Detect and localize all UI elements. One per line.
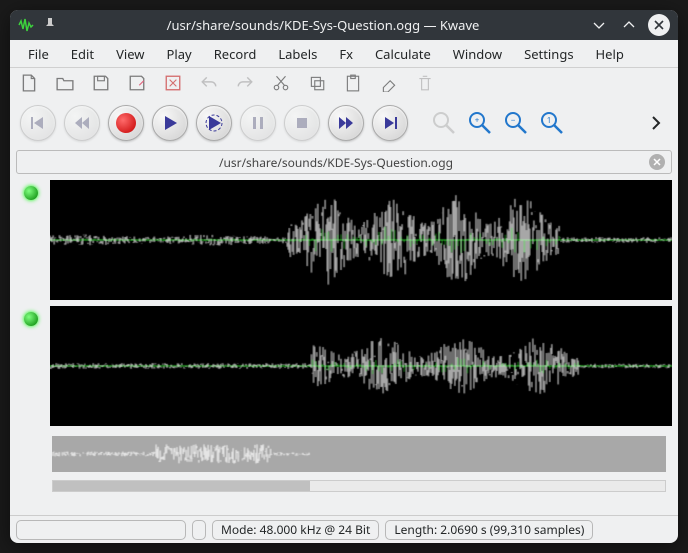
track-1-waveform[interactable] (50, 180, 672, 300)
save-icon[interactable] (92, 74, 110, 92)
skip-end-button[interactable] (372, 105, 408, 141)
track-2 (16, 306, 672, 426)
menu-help[interactable]: Help (586, 41, 634, 67)
close-file-icon[interactable] (164, 74, 182, 92)
forward-button[interactable] (328, 105, 364, 141)
svg-text:1: 1 (547, 115, 552, 126)
menubar: FileEditViewPlayRecordLabelsFxCalculateW… (10, 40, 678, 68)
scrollbar-thumb[interactable] (53, 481, 310, 491)
menu-record[interactable]: Record (204, 41, 267, 67)
svg-text:+: + (475, 115, 480, 126)
track-2-waveform[interactable] (50, 306, 672, 426)
record-button[interactable] (108, 105, 144, 141)
redo-icon (236, 74, 254, 92)
paste-icon[interactable] (344, 74, 362, 92)
maximize-button[interactable] (618, 14, 640, 36)
waveform-area (10, 176, 678, 515)
horizontal-scrollbar[interactable] (52, 480, 666, 492)
pin-icon[interactable] (42, 17, 58, 33)
status-mode: Mode: 48.000 kHz @ 24 Bit (212, 520, 379, 540)
menu-fx[interactable]: Fx (329, 41, 363, 67)
zoom-one-to-one-icon[interactable]: 1 (538, 109, 566, 137)
menu-view[interactable]: View (106, 41, 154, 67)
file-tab: /usr/share/sounds/KDE-Sys-Question.ogg (16, 150, 672, 174)
zoom-selection-icon (430, 109, 458, 137)
toolbar-overflow-button[interactable] (644, 111, 668, 135)
menu-settings[interactable]: Settings (514, 41, 583, 67)
file-path-label: /usr/share/sounds/KDE-Sys-Question.ogg (23, 154, 649, 171)
status-selection-box (16, 520, 186, 540)
close-button[interactable] (648, 14, 670, 36)
menu-window[interactable]: Window (443, 41, 512, 67)
menu-edit[interactable]: Edit (61, 41, 104, 67)
save-as-icon[interactable] (128, 74, 146, 92)
new-file-icon[interactable] (20, 74, 38, 92)
titlebar: /usr/share/sounds/KDE-Sys-Question.ogg —… (10, 10, 678, 40)
menu-play[interactable]: Play (157, 41, 202, 67)
play-button[interactable] (152, 105, 188, 141)
rewind-button (64, 105, 100, 141)
statusbar: Mode: 48.000 kHz @ 24 Bit Length: 2.0690… (10, 515, 678, 543)
skip-start-button (20, 105, 56, 141)
window-title: /usr/share/sounds/KDE-Sys-Question.ogg —… (66, 16, 580, 34)
track-2-indicator[interactable] (16, 306, 46, 426)
copy-icon[interactable] (308, 74, 326, 92)
close-file-tab-button[interactable] (649, 154, 665, 170)
track-1 (16, 180, 672, 300)
status-tiny-indicator (192, 520, 206, 540)
stop-button (284, 105, 320, 141)
track-1-indicator[interactable] (16, 180, 46, 300)
svg-text:−: − (511, 115, 516, 126)
undo-icon (200, 74, 218, 92)
pause-button (240, 105, 276, 141)
file-toolbar (10, 68, 678, 98)
app-window: /usr/share/sounds/KDE-Sys-Question.ogg —… (10, 10, 678, 543)
menu-labels[interactable]: Labels (268, 41, 327, 67)
overview-strip[interactable] (52, 436, 666, 472)
status-length: Length: 2.0690 s (99,310 samples) (385, 520, 593, 540)
delete-icon (416, 74, 434, 92)
open-file-icon[interactable] (56, 74, 74, 92)
menu-file[interactable]: File (18, 41, 59, 67)
transport-toolbar: + − 1 (10, 98, 678, 148)
menu-calculate[interactable]: Calculate (365, 41, 441, 67)
loop-play-button[interactable] (196, 105, 232, 141)
zoom-in-icon[interactable]: + (466, 109, 494, 137)
erase-icon[interactable] (380, 74, 398, 92)
zoom-out-icon[interactable]: − (502, 109, 530, 137)
app-icon (18, 17, 34, 33)
cut-icon[interactable] (272, 74, 290, 92)
minimize-button[interactable] (588, 14, 610, 36)
